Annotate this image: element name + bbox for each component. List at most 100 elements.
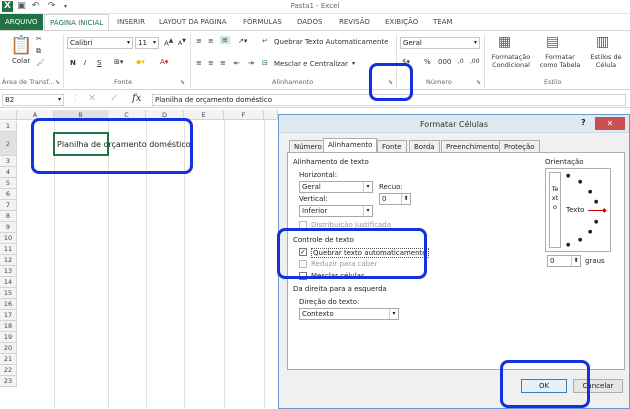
merge-center-icon[interactable]: ⊟ — [262, 59, 268, 67]
row-header[interactable]: 6 — [0, 189, 17, 200]
cell-styles-icon[interactable]: ▥ — [596, 34, 609, 50]
increase-decimal-icon[interactable]: ,0 — [458, 58, 464, 65]
conditional-format-button[interactable]: Formatação Condicional — [488, 53, 534, 69]
row-header[interactable]: 17 — [0, 310, 17, 321]
number-launcher-icon[interactable]: ⬊ — [476, 79, 481, 86]
number-format-select[interactable]: Geral ▾ — [400, 37, 480, 49]
tab-dados[interactable]: DADOS — [292, 14, 327, 30]
row-header[interactable]: 21 — [0, 354, 17, 365]
thousands-icon[interactable]: 000 — [438, 58, 451, 66]
row-header[interactable]: 14 — [0, 277, 17, 288]
grow-font-icon[interactable]: A▲ — [164, 38, 173, 47]
chevron-down-icon[interactable]: ▾ — [352, 60, 355, 67]
row-header[interactable]: 16 — [0, 299, 17, 310]
row-header[interactable]: 7 — [0, 200, 17, 211]
tab-arquivo[interactable]: ARQUIVO — [0, 14, 43, 30]
tab-layout[interactable]: LAYOUT DA PÁGINA — [154, 14, 232, 30]
orientation-handle-icon[interactable]: ◆ — [602, 207, 607, 214]
merge-center-button[interactable]: Mesclar e Centralizar — [274, 60, 348, 68]
borders-icon[interactable]: ⊞▾ — [114, 58, 123, 66]
grid-line — [224, 120, 225, 409]
row-header[interactable]: 2 — [0, 132, 17, 156]
column-header-e[interactable]: E — [184, 110, 224, 120]
direction-select[interactable]: Contexto ▾ — [299, 308, 399, 320]
decrease-indent-icon[interactable]: ⇤ — [234, 59, 240, 67]
font-size-select[interactable]: 11 ▾ — [135, 37, 159, 49]
degrees-spinner[interactable]: 0 ⬍ — [547, 255, 581, 267]
conditional-format-icon[interactable]: ▦ — [498, 34, 511, 50]
select-all-corner[interactable] — [0, 110, 17, 120]
copy-icon[interactable]: ⧉ — [36, 47, 41, 56]
row-header[interactable]: 8 — [0, 211, 17, 222]
cut-icon[interactable]: ✂ — [36, 35, 42, 43]
row-header[interactable]: 18 — [0, 321, 17, 332]
percent-icon[interactable]: % — [424, 58, 431, 66]
align-center-icon[interactable]: ≡ — [208, 59, 214, 67]
vertical-select[interactable]: Inferior ▾ — [299, 205, 373, 217]
row-header[interactable]: 15 — [0, 288, 17, 299]
align-bottom-icon[interactable]: ≡ — [220, 36, 230, 44]
row-header[interactable]: 22 — [0, 365, 17, 376]
cancel-entry-icon[interactable]: ✕ — [88, 93, 96, 104]
format-painter-icon[interactable]: 🖌 — [36, 59, 45, 67]
shrink-font-icon[interactable]: A▼ — [178, 38, 186, 47]
font-launcher-icon[interactable]: ⬊ — [180, 79, 185, 86]
row-header[interactable]: 23 — [0, 376, 17, 387]
align-middle-icon[interactable]: ≡ — [208, 37, 214, 45]
align-top-icon[interactable]: ≡ — [196, 37, 202, 45]
tab-formulas[interactable]: FÓRMULAS — [238, 14, 287, 30]
chevron-down-icon: ▾ — [389, 309, 398, 319]
row-header[interactable]: 5 — [0, 178, 17, 189]
format-table-button[interactable]: Formatar como Tabela — [536, 53, 584, 69]
indent-spinner[interactable]: 0 ⬍ — [379, 193, 411, 205]
help-button[interactable]: ? — [581, 118, 586, 127]
wrap-text-button[interactable]: Quebrar Texto Automaticamente — [274, 38, 388, 46]
format-table-icon[interactable]: ▤ — [546, 34, 559, 50]
row-header[interactable]: 4 — [0, 167, 17, 178]
group-label-alignment: Alinhamento — [272, 78, 314, 86]
italic-button[interactable]: I — [84, 59, 86, 67]
row-header[interactable]: 13 — [0, 266, 17, 277]
tab-inserir[interactable]: INSERIR — [112, 14, 150, 30]
tab-revisao[interactable]: REVISÃO — [334, 14, 375, 30]
decrease-decimal-icon[interactable]: ,00 — [470, 58, 480, 65]
name-box[interactable]: B2 ▾ — [2, 94, 64, 106]
vertical-text-button[interactable]: Texto — [549, 172, 561, 248]
row-header[interactable]: 10 — [0, 233, 17, 244]
orientation-dot-icon: ● — [588, 229, 593, 235]
tab-team[interactable]: TEAM — [428, 14, 458, 30]
wrap-text-icon[interactable]: ↵ — [262, 37, 268, 45]
font-color-icon[interactable]: A▾ — [160, 58, 168, 66]
paste-icon[interactable]: 📋 — [10, 35, 32, 56]
close-button[interactable]: ✕ — [595, 117, 625, 130]
fill-color-icon[interactable]: ◆▾ — [136, 58, 145, 66]
cell-styles-button[interactable]: Estilos de Célula — [586, 53, 626, 69]
insert-function-icon[interactable]: fx — [132, 93, 141, 104]
row-header[interactable]: 11 — [0, 244, 17, 255]
horizontal-select[interactable]: Geral ▾ — [299, 181, 373, 193]
row-header[interactable]: 20 — [0, 343, 17, 354]
row-header[interactable]: 19 — [0, 332, 17, 343]
row-header[interactable]: 1 — [0, 121, 17, 132]
underline-button[interactable]: S — [97, 59, 101, 67]
tab-pagina-inicial[interactable]: PÁGINA INICIAL — [44, 14, 110, 30]
bold-button[interactable]: N — [70, 59, 76, 67]
row-header[interactable]: 3 — [0, 156, 17, 167]
orientation-icon[interactable]: ↗▾ — [238, 37, 247, 45]
tab-alinhamento[interactable]: Alinhamento — [323, 138, 378, 153]
align-left-icon[interactable]: ≡ — [196, 59, 202, 67]
orientation-box[interactable]: Texto Texto ◆ ● ● ● ● ● ● ● ● — [545, 168, 611, 252]
align-right-icon[interactable]: ≡ — [220, 59, 226, 67]
font-name-value: Calibri — [70, 39, 93, 47]
confirm-entry-icon[interactable]: ✓ — [110, 93, 118, 104]
clipboard-launcher-icon[interactable]: ⬊ — [55, 79, 60, 86]
tab-exibicao[interactable]: EXIBIÇÃO — [380, 14, 423, 30]
group-label-font: Fonte — [114, 78, 133, 86]
column-header-g[interactable] — [264, 110, 278, 120]
font-name-select[interactable]: Calibri ▾ — [67, 37, 133, 49]
row-header[interactable]: 9 — [0, 222, 17, 233]
paste-button[interactable]: Colar — [12, 57, 30, 65]
column-header-f[interactable]: F — [224, 110, 264, 120]
row-header[interactable]: 12 — [0, 255, 17, 266]
increase-indent-icon[interactable]: ⇥ — [248, 59, 254, 67]
